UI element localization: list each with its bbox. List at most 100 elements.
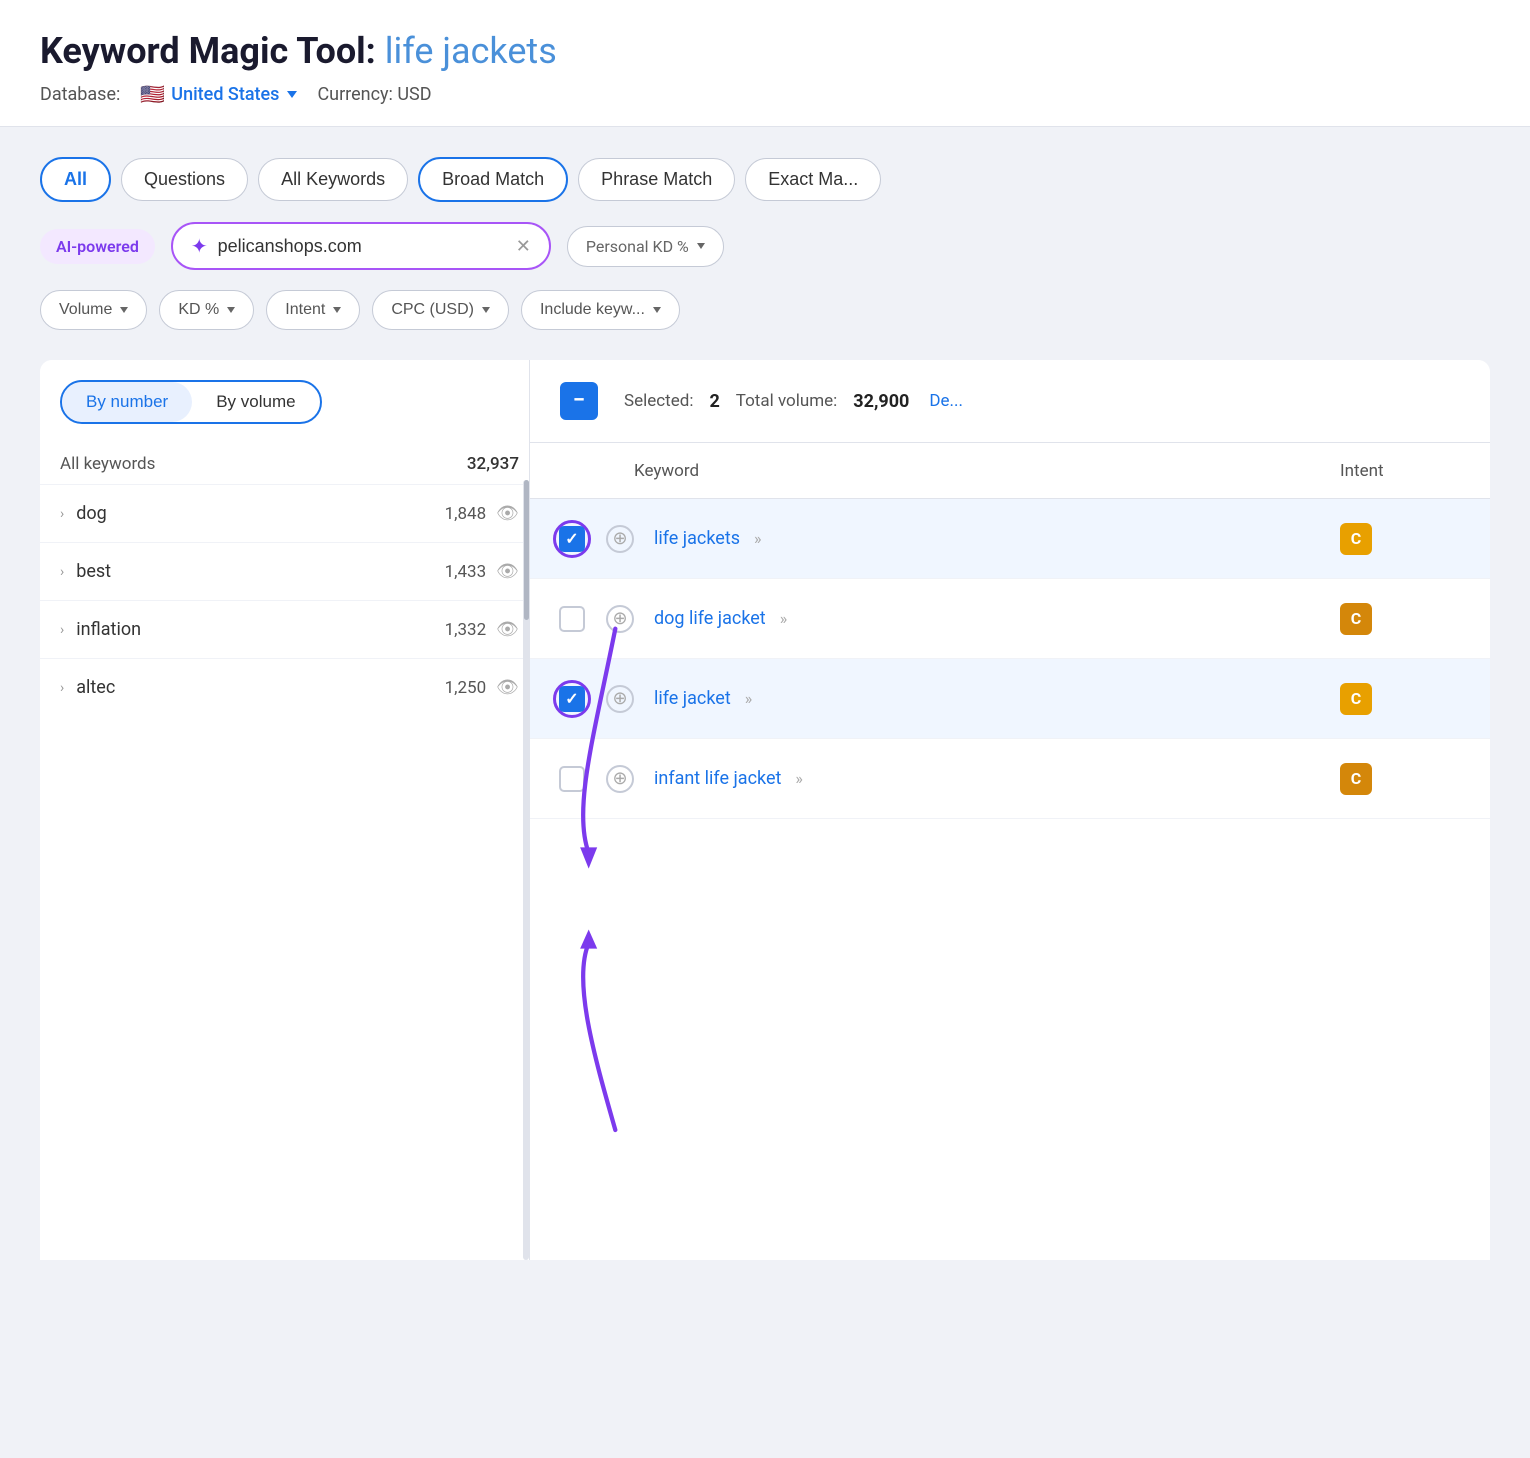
keyword-link-life-jacket[interactable]: life jacket <box>654 688 731 709</box>
expand-arrow-icon: › <box>60 506 64 522</box>
total-volume-label: Total volume: <box>736 391 838 411</box>
keyword-link-life-jackets[interactable]: life jackets <box>654 528 740 549</box>
personal-kd-button[interactable]: Personal KD % <box>567 226 724 267</box>
include-keywords-filter[interactable]: Include keyw... <box>521 290 680 330</box>
keyword-row-infant-life-jacket: ⊕ infant life jacket » C <box>530 739 1490 819</box>
country-selector[interactable]: 🇺🇸 United States <box>140 82 297 106</box>
sidebar-item-best[interactable]: › best 1,433 👁 <box>40 542 529 600</box>
sidebar-item-count-dog: 1,848 <box>445 504 487 524</box>
country-name: United States <box>171 84 279 105</box>
header: Keyword Magic Tool: life jackets Databas… <box>0 0 1530 127</box>
selected-label: Selected: <box>624 391 693 411</box>
tab-broad-match[interactable]: Broad Match <box>418 157 568 202</box>
left-sidebar: By number By volume All keywords 32,937 … <box>40 360 530 1260</box>
volume-filter[interactable]: Volume <box>40 290 147 330</box>
sidebar-scrollbar-thumb <box>524 480 529 620</box>
domain-input[interactable] <box>218 236 506 257</box>
intent-label: Intent <box>285 301 325 319</box>
checkbox-wrapper-dog-life-jacket <box>550 606 594 632</box>
sidebar-item-label-altec: altec <box>76 677 444 698</box>
expand-arrow-icon: › <box>60 564 64 580</box>
include-keywords-chevron-icon <box>653 307 661 313</box>
include-keywords-label: Include keyw... <box>540 301 645 319</box>
all-keywords-count: 32,937 <box>467 454 519 474</box>
us-flag-icon: 🇺🇸 <box>140 82 165 106</box>
sort-by-volume-button[interactable]: By volume <box>192 382 319 422</box>
keyword-row-life-jackets: ✓ ⊕ life jackets » C <box>530 499 1490 579</box>
keyword-link-infant-life-jacket[interactable]: infant life jacket <box>654 768 781 789</box>
ai-powered-badge: AI-powered <box>40 229 155 264</box>
sidebar-item-label-inflation: inflation <box>76 619 444 640</box>
keyword-row-life-jacket: ✓ ⊕ life jacket » C <box>530 659 1490 739</box>
minus-icon: − <box>573 390 585 412</box>
eye-icon-dog[interactable]: 👁 <box>496 503 519 524</box>
country-chevron-icon <box>287 91 297 98</box>
tab-all-keywords[interactable]: All Keywords <box>258 158 408 201</box>
sidebar-item-count-inflation: 1,332 <box>445 620 487 640</box>
keyword-navigate-icon: » <box>795 769 803 788</box>
sidebar-item-altec[interactable]: › altec 1,250 👁 <box>40 658 529 716</box>
sidebar-item-label-dog: dog <box>76 503 444 524</box>
expand-arrow-icon: › <box>60 680 64 696</box>
tab-phrase-match[interactable]: Phrase Match <box>578 158 735 201</box>
volume-label: Volume <box>59 301 112 319</box>
personal-kd-label: Personal KD % <box>586 237 689 256</box>
ai-search-field[interactable]: ✦ ✕ <box>171 222 551 270</box>
checkbox-dog-life-jacket[interactable] <box>559 606 585 632</box>
add-keyword-icon-life-jackets[interactable]: ⊕ <box>606 525 634 553</box>
main-content: By number By volume All keywords 32,937 … <box>40 360 1490 1260</box>
checkbox-life-jacket[interactable]: ✓ <box>559 686 585 712</box>
eye-icon-inflation[interactable]: 👁 <box>496 619 519 640</box>
intent-badge-infant-life-jacket: C <box>1340 763 1372 795</box>
checkbox-life-jackets[interactable]: ✓ <box>559 526 585 552</box>
intent-column-header: Intent <box>1340 461 1384 481</box>
keyword-navigate-icon: » <box>745 689 753 708</box>
deselect-link[interactable]: De... <box>929 391 963 411</box>
checkmark-icon: ✓ <box>565 529 578 548</box>
expand-arrow-icon: › <box>60 622 64 638</box>
title-keyword: life jackets <box>385 30 557 72</box>
clear-icon[interactable]: ✕ <box>516 236 531 257</box>
tab-questions[interactable]: Questions <box>121 158 248 201</box>
keyword-navigate-icon: » <box>780 609 788 628</box>
tab-all[interactable]: All <box>40 157 111 202</box>
add-keyword-icon-life-jacket[interactable]: ⊕ <box>606 685 634 713</box>
keyword-row-dog-life-jacket: ⊕ dog life jacket » C <box>530 579 1490 659</box>
add-keyword-icon-dog-life-jacket[interactable]: ⊕ <box>606 605 634 633</box>
sidebar-item-dog[interactable]: › dog 1,848 👁 <box>40 484 529 542</box>
checkbox-ring-life-jacket: ✓ <box>553 680 591 718</box>
checkbox-wrapper-infant-life-jacket <box>550 766 594 792</box>
cpc-filter[interactable]: CPC (USD) <box>372 290 509 330</box>
checkbox-wrapper-life-jacket: ✓ <box>550 680 594 718</box>
volume-chevron-icon <box>120 307 128 313</box>
tab-exact-match[interactable]: Exact Ma... <box>745 158 881 201</box>
checkbox-ring-life-jackets: ✓ <box>553 520 591 558</box>
sort-by-number-button[interactable]: By number <box>62 382 192 422</box>
kd-chevron-icon <box>227 307 235 313</box>
kd-filter[interactable]: KD % <box>159 290 254 330</box>
checkmark-icon: ✓ <box>565 689 578 708</box>
eye-icon-best[interactable]: 👁 <box>496 561 519 582</box>
intent-badge-dog-life-jacket: C <box>1340 603 1372 635</box>
currency-label: Currency: USD <box>317 84 431 105</box>
total-volume-count: 32,900 <box>853 391 909 412</box>
all-keywords-label: All keywords <box>60 454 467 474</box>
cpc-label: CPC (USD) <box>391 301 474 319</box>
eye-icon-altec[interactable]: 👁 <box>496 677 519 698</box>
checkbox-infant-life-jacket[interactable] <box>559 766 585 792</box>
sidebar-item-inflation[interactable]: › inflation 1,332 👁 <box>40 600 529 658</box>
filter-tabs: All Questions All Keywords Broad Match P… <box>40 157 1490 202</box>
right-panel: − Selected: 2 Total volume: 32,900 De...… <box>530 360 1490 1260</box>
title-static: Keyword Magic Tool: <box>40 30 376 72</box>
checkbox-wrapper-life-jackets: ✓ <box>550 520 594 558</box>
add-keyword-icon-infant-life-jacket[interactable]: ⊕ <box>606 765 634 793</box>
personal-kd-chevron-icon <box>697 243 705 249</box>
ai-input-row: AI-powered ✦ ✕ Personal KD % <box>40 222 1490 270</box>
intent-chevron-icon <box>333 307 341 313</box>
intent-filter[interactable]: Intent <box>266 290 360 330</box>
deselect-minus-button[interactable]: − <box>560 382 598 420</box>
sidebar-scroll-track <box>523 480 529 1260</box>
database-label: Database: <box>40 84 120 105</box>
keyword-link-dog-life-jacket[interactable]: dog life jacket <box>654 608 766 629</box>
intent-badge-life-jackets: C <box>1340 523 1372 555</box>
